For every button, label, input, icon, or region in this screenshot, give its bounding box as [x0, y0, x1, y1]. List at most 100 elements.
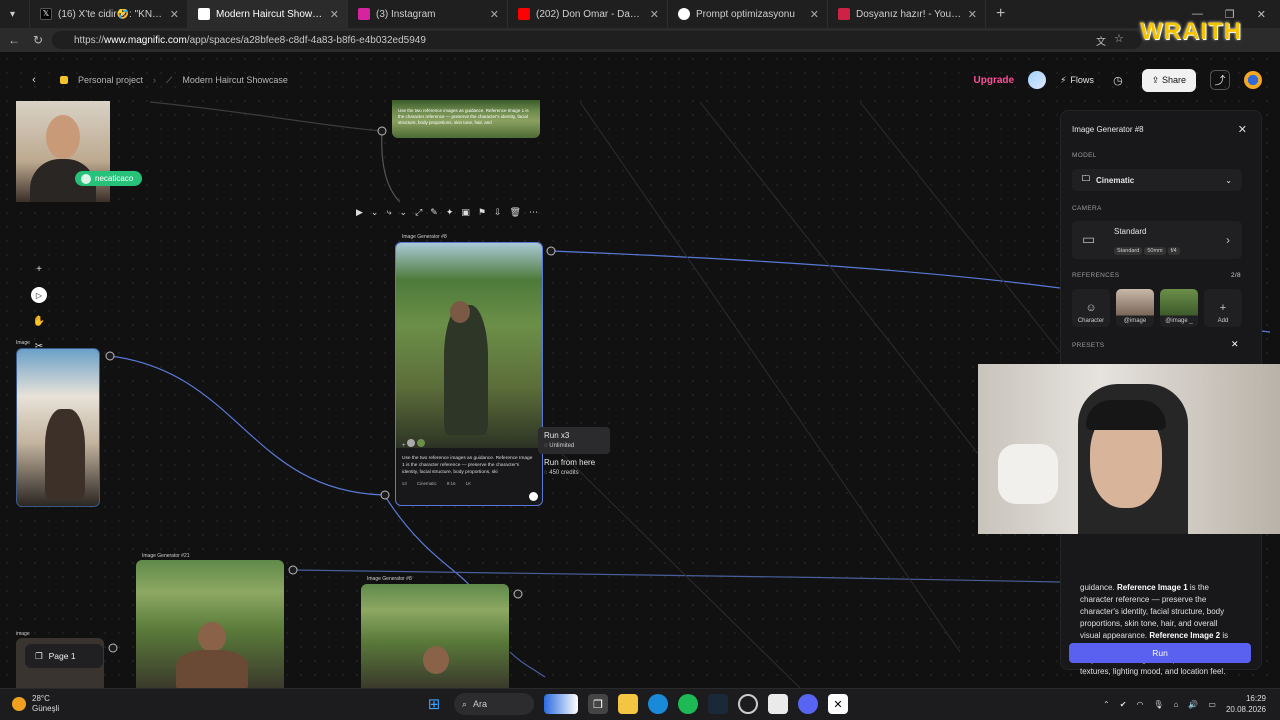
back-icon[interactable]: ←: [2, 33, 26, 47]
widget-icon[interactable]: [544, 694, 578, 714]
hand-icon[interactable]: ✋: [29, 314, 49, 328]
flows-button[interactable]: ⚡ Flows: [1060, 75, 1094, 86]
image-icon[interactable]: ▣: [461, 207, 470, 218]
edge-icon[interactable]: [648, 694, 668, 714]
close-presets-icon[interactable]: ✕: [1231, 339, 1239, 350]
add-reference-button[interactable]: + Add: [1204, 289, 1242, 327]
magic-icon[interactable]: ✦: [446, 207, 454, 218]
tab-youtube[interactable]: (202) Don Omar - Danza Kuduro ( ✕: [508, 0, 668, 28]
image-node-top[interactable]: Use the two reference images as guidance…: [392, 100, 540, 138]
new-tab-button[interactable]: +: [986, 0, 1015, 28]
clock[interactable]: 16:29 20.08.2026: [1226, 693, 1266, 715]
add-icon[interactable]: +: [29, 262, 49, 276]
tab-instagram[interactable]: (3) Instagram ✕: [348, 0, 508, 28]
user-avatar[interactable]: [1244, 71, 1262, 89]
close-icon[interactable]: ✕: [810, 8, 819, 21]
close-icon[interactable]: ✕: [490, 8, 499, 21]
url-field[interactable]: https://www.magnific.com/app/spaces/a28b…: [52, 31, 1142, 49]
export-icon[interactable]: ⤴: [1210, 70, 1230, 90]
close-icon[interactable]: ✕: [170, 8, 179, 21]
expand-icon[interactable]: ⤢: [415, 207, 422, 218]
close-panel-icon[interactable]: ✕: [1238, 123, 1247, 136]
reload-icon[interactable]: ↻: [26, 33, 50, 47]
capcut-icon[interactable]: ✕: [828, 694, 848, 714]
close-icon[interactable]: ✕: [650, 8, 659, 21]
image-node-bottom1[interactable]: [136, 560, 284, 688]
edit-icon[interactable]: ✎: [430, 207, 438, 218]
connector-port[interactable]: [288, 565, 298, 575]
back-chevron-icon[interactable]: ‹: [24, 70, 44, 90]
connector-port[interactable]: [546, 246, 556, 256]
share-button[interactable]: ⇪ Share: [1141, 68, 1196, 92]
spotify-icon[interactable]: [678, 694, 698, 714]
tab-mp3[interactable]: Dosyanız hazır! - YouTube MP3 ve ✕: [828, 0, 986, 28]
node-ratio[interactable]: 9:16: [447, 481, 456, 486]
taskbar-search[interactable]: ⌕ Ara: [454, 693, 534, 715]
translate-icon[interactable]: 文: [1096, 33, 1106, 48]
connector-port[interactable]: [513, 589, 523, 599]
tab-prompt[interactable]: Prompt optimizasyonu ✕: [668, 0, 828, 28]
chevron-down-icon[interactable]: ⌄: [371, 207, 379, 218]
model-select[interactable]: 🗀 Cinematic ⌄: [1072, 169, 1242, 191]
notepad-icon[interactable]: [768, 694, 788, 714]
play-icon[interactable]: ▶: [356, 207, 363, 218]
more-icon[interactable]: ⋯: [529, 207, 538, 218]
network-app-icon[interactable]: ✔: [1120, 700, 1127, 709]
windows-start-icon[interactable]: ⊞: [424, 694, 444, 714]
run-x3-option[interactable]: Run x3 ◌ Unlimited: [538, 427, 610, 454]
image-node-bottom2[interactable]: [361, 584, 509, 688]
connector-port[interactable]: [380, 490, 390, 500]
connector-port[interactable]: [105, 351, 115, 361]
run-button[interactable]: Run: [1069, 643, 1251, 663]
file-explorer-icon[interactable]: [618, 694, 638, 714]
close-icon[interactable]: ✕: [330, 8, 339, 21]
upgrade-link[interactable]: Upgrade: [974, 75, 1015, 86]
connector-port[interactable]: [377, 126, 387, 136]
image-node-main[interactable]: + Use the two reference images as guidan…: [395, 242, 543, 506]
tab-search-button[interactable]: ▾: [0, 0, 30, 28]
chevron-down-icon[interactable]: ⌄: [400, 207, 408, 218]
history-icon[interactable]: ◷: [1108, 70, 1128, 90]
delete-icon[interactable]: 🗑: [510, 207, 521, 218]
node-resolution[interactable]: 1K: [466, 481, 472, 486]
download-icon[interactable]: ⇩: [494, 207, 502, 218]
node-model[interactable]: Cinematic: [417, 481, 437, 486]
steam-icon[interactable]: [708, 694, 728, 714]
tab-magnific[interactable]: Modern Haircut Showcase - Space ✕: [188, 0, 348, 28]
select-cursor-icon[interactable]: ▷: [31, 287, 47, 303]
tab-x[interactable]: 𝕏 (16) X'te cidir🤣: "KNGL EKİP (PAR ✕: [30, 0, 188, 28]
tab-title: (3) Instagram: [376, 8, 436, 20]
close-window-icon[interactable]: ✕: [1257, 8, 1266, 21]
address-bar-row: ← ↻ https://www.magnific.com/app/spaces/…: [0, 28, 1280, 52]
ref-character[interactable]: ☺ Character: [1072, 289, 1110, 327]
collaborator-avatar[interactable]: [1028, 71, 1047, 89]
bookmark-icon[interactable]: ⚑: [478, 207, 486, 218]
chrome-icon[interactable]: [738, 694, 758, 714]
breadcrumb-space[interactable]: Modern Haircut Showcase: [182, 75, 288, 85]
weather-widget[interactable]: 28°C Güneşli: [12, 694, 59, 714]
ref-image-2[interactable]: @image _: [1160, 289, 1198, 327]
battery-icon[interactable]: ▭: [1208, 700, 1216, 709]
close-icon[interactable]: ✕: [968, 8, 977, 21]
image-node-left[interactable]: [16, 348, 100, 507]
ref-image-1[interactable]: @image: [1116, 289, 1154, 327]
chevron-up-icon[interactable]: ⌃: [1103, 700, 1110, 709]
volume-icon[interactable]: 🔊: [1188, 700, 1198, 709]
bookmark-star-icon[interactable]: ☆: [1114, 32, 1124, 45]
node-count[interactable]: x3: [402, 481, 407, 486]
generated-image[interactable]: [396, 243, 542, 448]
run-node-icon[interactable]: [529, 492, 538, 501]
network-icon[interactable]: ⌂: [1174, 700, 1179, 709]
camera-select[interactable]: ▭ Standard Standard 50mm f/4 ›: [1072, 221, 1242, 259]
wifi-icon[interactable]: ◠: [1136, 700, 1143, 709]
task-view-icon[interactable]: ❐: [588, 694, 608, 714]
connector-port[interactable]: [108, 643, 118, 653]
breadcrumb-project[interactable]: Personal project: [78, 75, 143, 85]
branch-icon[interactable]: ⤷: [386, 207, 391, 218]
camera-chips: Standard 50mm f/4: [1114, 241, 1182, 255]
discord-icon[interactable]: [798, 694, 818, 714]
run-from-here-option[interactable]: Run from here ◌ 450 credits: [538, 454, 610, 480]
page-selector[interactable]: ❐ Page 1: [25, 644, 103, 668]
prompt-text[interactable]: guidance. Reference Image 1 is the chara…: [1080, 582, 1232, 678]
mic-icon[interactable]: 🎙: [1153, 700, 1163, 709]
